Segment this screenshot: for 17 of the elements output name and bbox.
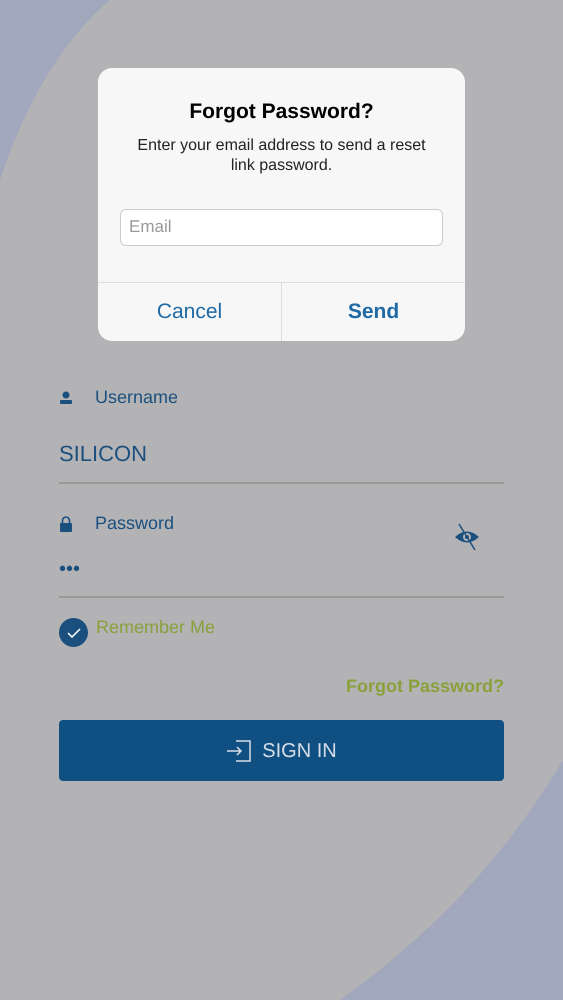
sign-in-icon (226, 740, 252, 762)
cancel-button[interactable]: Cancel (98, 283, 281, 341)
remember-checkbox[interactable] (59, 618, 88, 647)
email-field[interactable]: Email (120, 208, 443, 246)
sign-in-button[interactable]: SIGN IN (59, 720, 504, 781)
dialog-title: Forgot Password? (189, 99, 374, 125)
password-field[interactable]: ••• (59, 554, 504, 598)
dialog-message: Enter your email address to send a reset link password. (136, 136, 427, 176)
eye-slash-icon[interactable] (454, 522, 480, 552)
password-label: Password (95, 512, 174, 535)
check-icon (66, 628, 80, 638)
send-button[interactable]: Send (281, 283, 465, 341)
lock-icon (59, 516, 73, 532)
username-label: Username (95, 386, 178, 409)
user-icon (59, 390, 73, 404)
username-field[interactable]: SILICON (59, 437, 504, 484)
remember-label: Remember Me (96, 616, 216, 639)
